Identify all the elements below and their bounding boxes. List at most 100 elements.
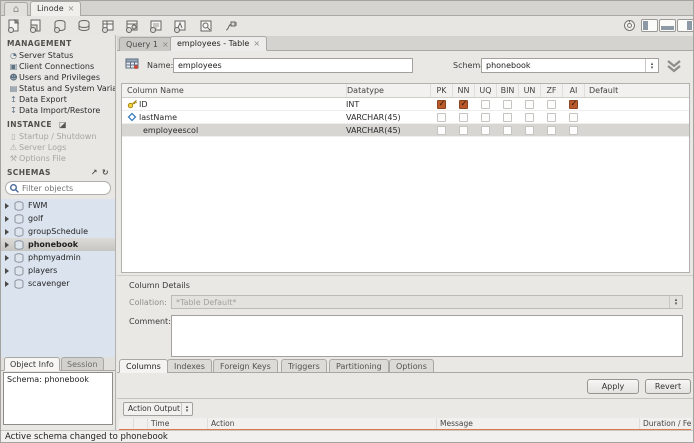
create-view-icon[interactable] [123, 18, 140, 33]
sidebar-item-data-import[interactable]: ↧ Data Import/Restore [1, 105, 115, 116]
schema-item-scavenger[interactable]: scavenger [1, 277, 115, 290]
expander-icon[interactable] [5, 267, 9, 274]
header-bin[interactable]: BIN [496, 84, 518, 97]
clock-icon[interactable] [621, 18, 638, 33]
header-nn[interactable]: NN [452, 84, 474, 97]
table-row-id[interactable]: ID INT [122, 98, 689, 111]
name-input[interactable]: employees [173, 58, 413, 73]
expander-icon[interactable] [5, 228, 9, 235]
expander-icon[interactable] [5, 215, 9, 222]
schema-combo[interactable]: phonebook ▴ ▾ [481, 58, 659, 73]
table-row-employeescol-selected[interactable]: employeescol VARCHAR(45) [122, 124, 689, 137]
schema-filter[interactable] [5, 181, 111, 195]
table-row-lastname[interactable]: lastName VARCHAR(45) [122, 111, 689, 124]
subtab-triggers[interactable]: Triggers [281, 359, 327, 373]
stepper-icon[interactable]: ▴ ▾ [669, 296, 682, 308]
create-table-icon[interactable] [99, 18, 116, 33]
home-tab[interactable]: ⌂ [4, 2, 28, 16]
tab-employees-table[interactable]: employees - Table × [170, 36, 268, 51]
header-time[interactable]: Time [147, 418, 207, 429]
sidebar-item-data-export[interactable]: ↥ Data Export [1, 94, 115, 105]
header-pk[interactable]: PK [430, 84, 452, 97]
sidebar-item-server-logs[interactable]: ⚠ Server Logs [1, 142, 115, 153]
bin-checkbox[interactable] [502, 125, 512, 135]
nn-checkbox[interactable] [458, 112, 468, 122]
sidebar-item-status-system-variables[interactable]: ▤Status and System Variables [1, 83, 115, 94]
toggle-right-panel-button[interactable] [677, 19, 693, 32]
pk-checkbox[interactable] [436, 125, 446, 135]
uq-checkbox[interactable] [480, 125, 490, 135]
tab-session[interactable]: Session [61, 357, 104, 371]
expander-icon[interactable] [5, 241, 9, 248]
expander-icon[interactable] [5, 202, 9, 209]
subtab-indexes[interactable]: Indexes [167, 359, 212, 373]
pk-checkbox[interactable] [436, 99, 447, 109]
uq-checkbox[interactable] [480, 99, 490, 109]
zf-checkbox[interactable] [546, 112, 556, 122]
revert-button[interactable]: Revert [645, 379, 691, 394]
create-schema-icon[interactable] [51, 18, 68, 33]
sidebar-item-options-file[interactable]: ⚒ Options File [1, 153, 115, 164]
toggle-left-panel-button[interactable] [641, 19, 658, 32]
subtab-partitioning[interactable]: Partitioning [329, 359, 389, 373]
header-ai[interactable]: AI [562, 84, 584, 97]
schema-item-phpmyadmin[interactable]: phpmyadmin [1, 251, 115, 264]
bin-checkbox[interactable] [502, 112, 512, 122]
sidebar-item-startup-shutdown[interactable]: ▯ Startup / Shutdown [1, 131, 115, 142]
header-uq[interactable]: UQ [474, 84, 496, 97]
un-checkbox[interactable] [524, 99, 534, 109]
expand-schemas-icon[interactable]: ↗ [91, 168, 98, 177]
bin-checkbox[interactable] [502, 99, 512, 109]
sidebar-item-users-privileges[interactable]: ☻ Users and Privileges [1, 72, 115, 83]
stepper-icon[interactable]: ▴ ▾ [645, 59, 658, 72]
tab-query-1[interactable]: Query 1 × [119, 37, 176, 52]
collation-combo[interactable]: *Table Default* ▴ ▾ [171, 295, 683, 309]
ai-checkbox[interactable] [568, 112, 578, 122]
reconnect-dbms-icon[interactable] [221, 18, 238, 33]
create-function-icon[interactable] [171, 18, 188, 33]
close-icon[interactable]: × [68, 4, 75, 13]
header-un[interactable]: UN [518, 84, 540, 97]
drop-schema-icon[interactable] [75, 18, 92, 33]
subtab-columns[interactable]: Columns [119, 359, 168, 373]
header-datatype[interactable]: Datatype [346, 84, 430, 97]
collapse-section-icon[interactable]: ◪ [59, 120, 67, 129]
subtab-foreign-keys[interactable]: Foreign Keys [213, 359, 278, 373]
schema-item-players[interactable]: players [1, 264, 115, 277]
connection-tab-linode[interactable]: Linode × [30, 1, 82, 16]
schema-item-fwm[interactable]: FWM [1, 199, 115, 212]
schema-filter-input[interactable] [22, 183, 102, 193]
nn-checkbox[interactable] [458, 99, 469, 109]
zf-checkbox[interactable] [546, 125, 556, 135]
sidebar-item-server-status[interactable]: ◔ Server Status [1, 50, 115, 61]
action-output-selector[interactable]: Action Output ▴ ▾ [123, 402, 193, 416]
expander-icon[interactable] [5, 280, 9, 287]
pk-checkbox[interactable] [436, 112, 446, 122]
new-query-tab-icon[interactable] [5, 18, 22, 33]
un-checkbox[interactable] [524, 112, 534, 122]
schema-item-phonebook-selected[interactable]: phonebook [1, 238, 115, 251]
search-table-data-icon[interactable] [197, 18, 214, 33]
ai-checkbox[interactable] [568, 99, 579, 109]
nn-checkbox[interactable] [458, 125, 468, 135]
header-duration-fetch[interactable]: Duration / Fetch [639, 418, 691, 429]
comment-textarea[interactable] [171, 315, 683, 357]
refresh-schemas-icon[interactable]: ↻ [102, 168, 109, 177]
toggle-bottom-panel-button[interactable] [659, 19, 676, 32]
header-message[interactable]: Message [436, 418, 639, 429]
stepper-icon[interactable]: ▴ ▾ [181, 403, 192, 415]
uq-checkbox[interactable] [480, 112, 490, 122]
apply-button[interactable]: Apply [587, 379, 639, 394]
tab-object-info[interactable]: Object Info [4, 357, 60, 371]
sidebar-item-client-connections[interactable]: ▣ Client Connections [1, 61, 115, 72]
header-default[interactable]: Default [584, 84, 689, 97]
expander-icon[interactable] [5, 254, 9, 261]
header-action[interactable]: Action [207, 418, 436, 429]
schema-item-golf[interactable]: golf [1, 212, 115, 225]
chevron-double-down-icon[interactable] [665, 59, 683, 75]
subtab-options[interactable]: Options [389, 359, 434, 373]
zf-checkbox[interactable] [546, 99, 556, 109]
header-column-name[interactable]: Column Name [122, 84, 346, 97]
header-zf[interactable]: ZF [540, 84, 562, 97]
open-sql-script-icon[interactable] [27, 18, 44, 33]
